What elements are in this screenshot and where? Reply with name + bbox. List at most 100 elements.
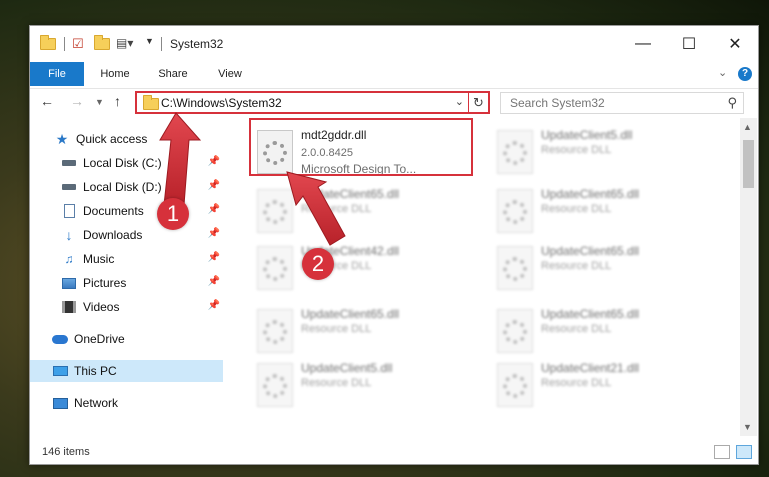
- navigation-bar: ← → ▼ ↑ C:\Windows\System32 ⌄ ↻ ⚲: [30, 88, 758, 116]
- sidebar-item-music[interactable]: ♫ Music 📌: [30, 248, 223, 270]
- sidebar-item-pictures[interactable]: Pictures 📌: [30, 272, 223, 294]
- sidebar-item-this-pc[interactable]: This PC: [30, 360, 223, 382]
- dll-file-icon: [257, 246, 293, 290]
- sidebar-item-downloads[interactable]: ↓ Downloads 📌: [30, 224, 223, 246]
- tab-home[interactable]: Home: [90, 62, 140, 86]
- file-item[interactable]: UpdateClient65.dll Resource DLL: [489, 238, 709, 290]
- network-icon: [52, 396, 68, 410]
- sidebar-item-videos[interactable]: Videos 📌: [30, 296, 223, 318]
- sidebar-item-label: This PC: [74, 364, 117, 378]
- recent-locations-icon[interactable]: ▼: [95, 97, 104, 107]
- pictures-icon: [61, 276, 77, 290]
- sidebar-item-label: Pictures: [83, 276, 127, 290]
- pin-icon[interactable]: 📌: [208, 156, 220, 167]
- dll-file-icon: [497, 130, 533, 174]
- address-dropdown-icon[interactable]: ⌄: [455, 95, 464, 108]
- tab-file[interactable]: File: [30, 62, 84, 86]
- file-item[interactable]: UpdateClient65.dll Resource DLL: [249, 301, 469, 353]
- file-type: Resource DLL: [301, 323, 372, 335]
- music-icon: ♫: [64, 252, 74, 266]
- minimize-button[interactable]: —: [620, 26, 666, 62]
- download-icon: ↓: [65, 227, 73, 243]
- maximize-button[interactable]: ☐: [666, 26, 712, 62]
- dll-file-icon: [497, 363, 533, 407]
- sidebar-item-label: Documents: [83, 204, 144, 218]
- title-bar: ☑ ▤▾ ▼ System32 — ☐ ✕: [30, 26, 758, 62]
- file-item[interactable]: UpdateClient65.dll Resource DLL: [249, 181, 469, 233]
- dll-file-icon: [497, 309, 533, 353]
- tab-share[interactable]: Share: [148, 62, 198, 86]
- dll-file-icon: [257, 189, 293, 233]
- sidebar-item-quick-access[interactable]: ★ Quick access: [30, 128, 223, 150]
- sidebar-item-label: Quick access: [76, 132, 148, 146]
- file-type: Resource DLL: [541, 144, 612, 156]
- file-highlight-box: [249, 118, 473, 176]
- pin-icon[interactable]: 📌: [208, 228, 220, 239]
- divider: [64, 37, 65, 51]
- dll-file-icon: [257, 309, 293, 353]
- file-item[interactable]: UpdateClient21.dll Resource DLL: [489, 355, 709, 407]
- onedrive-icon: [52, 332, 68, 346]
- scroll-up-icon[interactable]: ▲: [743, 122, 752, 132]
- pin-icon[interactable]: 📌: [208, 180, 220, 191]
- refresh-button[interactable]: ↻: [468, 91, 490, 114]
- dll-file-icon: [497, 246, 533, 290]
- sidebar-item-label: Local Disk (C:): [83, 156, 162, 170]
- file-list: mdt2gddr.dll 2.0.0.8425 Microsoft Design…: [227, 118, 739, 436]
- search-box[interactable]: ⚲: [500, 92, 744, 114]
- pin-icon[interactable]: 📌: [208, 204, 220, 215]
- file-name: UpdateClient5.dll: [301, 361, 393, 375]
- sidebar-item-label: Videos: [83, 300, 120, 314]
- vertical-scrollbar[interactable]: ▲ ▼: [740, 118, 757, 436]
- videos-icon: [61, 300, 77, 314]
- step-2-badge: 2: [302, 248, 334, 280]
- sidebar-item-local-disk-c[interactable]: Local Disk (C:) 📌: [30, 152, 223, 174]
- file-item[interactable]: UpdateClient42.dll Resource DLL: [249, 238, 469, 290]
- back-arrow-icon[interactable]: ←: [40, 93, 54, 109]
- file-name: UpdateClient65.dll: [301, 307, 400, 321]
- sidebar-item-network[interactable]: Network: [30, 392, 223, 414]
- sidebar-item-onedrive[interactable]: OneDrive: [30, 328, 223, 350]
- pin-icon[interactable]: 📌: [208, 300, 220, 311]
- tab-view[interactable]: View: [205, 62, 255, 86]
- address-path: C:\Windows\System32: [161, 96, 282, 110]
- navigation-pane: ★ Quick access Local Disk (C:) 📌 Local D…: [30, 118, 225, 436]
- file-item[interactable]: UpdateClient5.dll Resource DLL: [489, 122, 709, 174]
- file-name: UpdateClient65.dll: [301, 187, 400, 201]
- scroll-down-icon[interactable]: ▼: [743, 422, 752, 432]
- drive-icon: [61, 180, 77, 194]
- expand-ribbon-icon[interactable]: ⌄: [718, 66, 727, 79]
- sidebar-item-local-disk-d[interactable]: Local Disk (D:) 📌: [30, 176, 223, 198]
- help-button[interactable]: ?: [738, 67, 752, 81]
- toolbar-dropdown-icon[interactable]: ▼: [145, 36, 154, 46]
- close-button[interactable]: ✕: [712, 26, 758, 62]
- details-view-icon[interactable]: [714, 445, 730, 459]
- explorer-window: ☑ ▤▾ ▼ System32 — ☐ ✕ File Home Share Vi…: [29, 25, 759, 465]
- pin-icon[interactable]: 📌: [208, 276, 220, 287]
- tiles-view-icon[interactable]: [736, 445, 752, 459]
- sidebar-item-label: Music: [83, 252, 115, 266]
- dll-file-icon: [257, 363, 293, 407]
- file-item[interactable]: UpdateClient65.dll Resource DLL: [489, 181, 709, 233]
- file-name: UpdateClient65.dll: [541, 307, 640, 321]
- pin-icon[interactable]: 📌: [208, 252, 220, 263]
- file-item[interactable]: UpdateClient65.dll Resource DLL: [489, 301, 709, 353]
- properties-icon[interactable]: ☑: [72, 36, 84, 52]
- file-type: Resource DLL: [541, 377, 612, 389]
- file-item[interactable]: UpdateClient5.dll Resource DLL: [249, 355, 469, 407]
- file-type: Resource DLL: [301, 203, 372, 215]
- up-arrow-icon[interactable]: ↑: [114, 93, 121, 109]
- drive-icon: [61, 156, 77, 170]
- new-folder-icon[interactable]: [94, 35, 110, 50]
- sidebar-item-documents[interactable]: Documents 📌: [30, 200, 223, 222]
- item-count: 146 items: [42, 446, 90, 458]
- forward-arrow-icon[interactable]: →: [70, 93, 84, 109]
- scrollbar-thumb[interactable]: [743, 140, 754, 188]
- step-1-badge: 1: [157, 198, 189, 230]
- customize-toolbar-icon[interactable]: ▤▾: [116, 36, 133, 50]
- folder-icon: [40, 35, 56, 50]
- search-input[interactable]: [510, 96, 710, 110]
- sidebar-item-label: Local Disk (D:): [83, 180, 162, 194]
- sidebar-item-label: Network: [74, 396, 119, 410]
- address-bar[interactable]: C:\Windows\System32 ⌄: [135, 91, 490, 114]
